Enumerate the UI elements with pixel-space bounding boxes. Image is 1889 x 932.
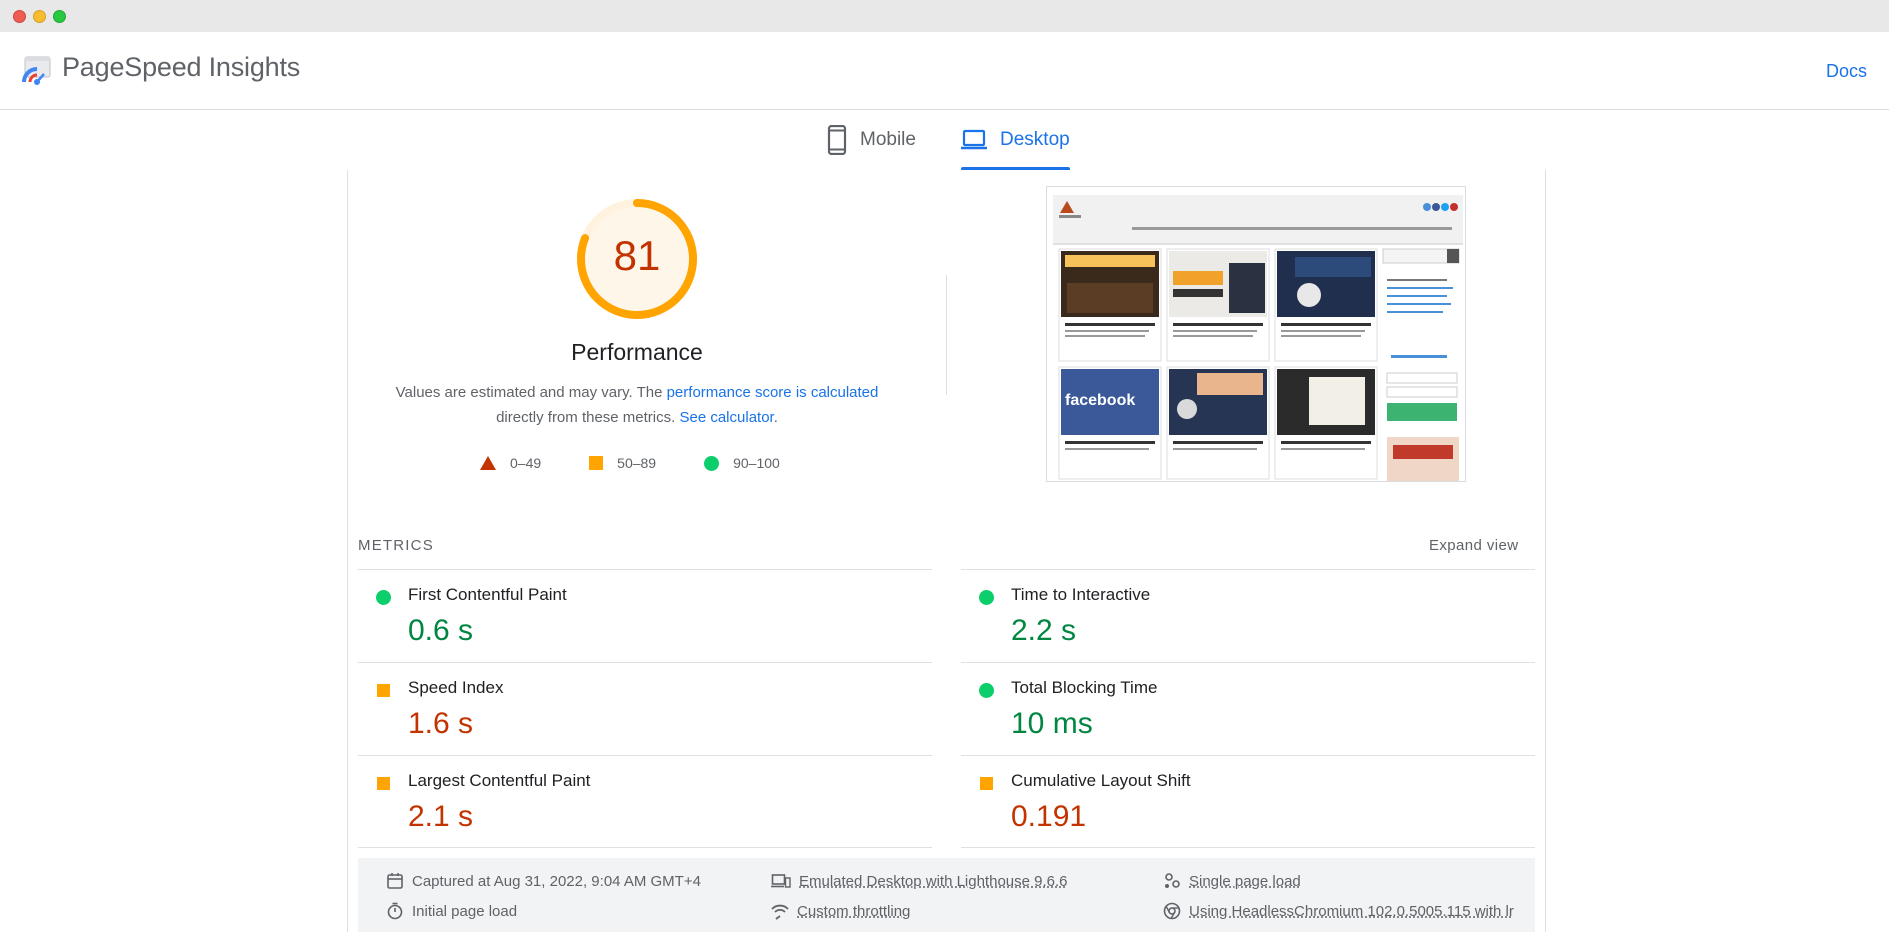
info-browser[interactable]: Using HeadlessChromium 102.0.5005.115 wi… xyxy=(1163,902,1514,920)
performance-label: Performance xyxy=(571,339,703,365)
triangle-icon xyxy=(480,456,496,470)
app-header: PageSpeed Insights Docs xyxy=(0,32,1889,110)
note-prefix: Values are estimated and may vary. The xyxy=(395,384,667,401)
info-throttling-text: Custom throttling xyxy=(797,902,911,920)
metric-name: First Contentful Paint xyxy=(408,585,567,604)
metrics-heading: METRICS xyxy=(358,537,434,554)
note-suffix: . xyxy=(773,409,778,426)
expand-view-button[interactable]: Expand view xyxy=(1429,537,1518,554)
metric-value: 1.6 s xyxy=(408,707,474,740)
metric-cumulative-layout-shift[interactable]: Cumulative Layout Shift 0.191 xyxy=(961,755,1535,848)
average-square-icon xyxy=(377,777,390,790)
pagespeed-logo-icon[interactable] xyxy=(20,54,54,88)
info-emulated-text: Emulated Desktop with Lighthouse 9.6.6 xyxy=(799,872,1068,890)
info-initial-load: Initial page load xyxy=(386,902,517,920)
metric-speed-index[interactable]: Speed Index 1.6 s xyxy=(358,662,932,755)
people-icon xyxy=(1165,873,1180,888)
good-circle-icon xyxy=(376,590,391,605)
tab-desktop-label: Desktop xyxy=(1000,129,1070,150)
average-square-icon xyxy=(377,684,390,697)
section-divider xyxy=(946,275,947,395)
chrome-icon xyxy=(1163,902,1181,920)
info-single-load[interactable]: Single page load xyxy=(1163,872,1301,890)
square-icon xyxy=(589,456,604,470)
info-emulated[interactable]: Emulated Desktop with Lighthouse 9.6.6 xyxy=(771,872,1068,890)
info-throttling[interactable]: Custom throttling xyxy=(771,902,910,920)
svg-text:facebook: facebook xyxy=(1065,392,1135,409)
metric-name: Largest Contentful Paint xyxy=(408,771,591,790)
page-thumbnail-image: facebook xyxy=(1047,187,1465,481)
tab-mobile-label: Mobile xyxy=(860,129,916,150)
score-legend: 0–49 50–89 90–100 xyxy=(480,453,828,473)
info-initial-load-text: Initial page load xyxy=(412,902,518,920)
info-captured: Captured at Aug 31, 2022, 9:04 AM GMT+4 xyxy=(386,872,701,890)
metric-value: 0.191 xyxy=(1011,800,1087,833)
laptop-icon xyxy=(961,129,987,150)
metric-time-to-interactive[interactable]: Time to Interactive 2.2 s xyxy=(961,569,1535,662)
smartphone-icon xyxy=(827,125,847,155)
metric-value: 10 ms xyxy=(1011,707,1093,740)
device-tabs: Mobile Desktop xyxy=(0,110,1889,170)
calendar-icon xyxy=(387,873,403,889)
docs-link[interactable]: Docs xyxy=(1826,61,1867,82)
timer-icon xyxy=(387,902,403,920)
circle-icon xyxy=(704,455,720,471)
metric-first-contentful-paint[interactable]: First Contentful Paint 0.6 s xyxy=(358,569,932,662)
app-title: PageSpeed Insights xyxy=(62,52,301,82)
window-titlebar xyxy=(0,0,1889,32)
runtime-info-bar: Captured at Aug 31, 2022, 9:04 AM GMT+4 … xyxy=(358,858,1535,932)
legend-item-poor: 0–49 xyxy=(480,455,541,471)
metric-value: 0.6 s xyxy=(408,614,474,647)
average-square-icon xyxy=(980,777,993,790)
metric-total-blocking-time[interactable]: Total Blocking Time 10 ms xyxy=(961,662,1535,755)
metric-name: Speed Index xyxy=(408,678,504,697)
metric-value: 2.1 s xyxy=(408,800,474,833)
legend-item-good: 90–100 xyxy=(704,455,780,471)
metrics-column-right: Time to Interactive 2.2 s Total Blocking… xyxy=(961,569,1535,848)
good-circle-icon xyxy=(979,590,994,605)
metric-name: Total Blocking Time xyxy=(1011,678,1158,697)
legend-range-poor: 0–49 xyxy=(510,455,542,471)
final-screenshot-thumbnail[interactable]: facebook xyxy=(1046,186,1466,482)
devices-icon xyxy=(771,874,791,888)
metrics-column-left: First Contentful Paint 0.6 s Speed Index… xyxy=(358,569,932,848)
close-window-button[interactable] xyxy=(13,10,26,23)
score-calculated-link[interactable]: performance score is calculated xyxy=(667,384,879,401)
minimize-window-button[interactable] xyxy=(33,10,46,23)
signal-icon xyxy=(771,904,789,920)
maximize-window-button[interactable] xyxy=(53,10,66,23)
metric-largest-contentful-paint[interactable]: Largest Contentful Paint 2.1 s xyxy=(358,755,932,848)
note-middle: directly from these metrics. xyxy=(496,409,680,426)
metric-value: 2.2 s xyxy=(1011,614,1077,647)
performance-note: Values are estimated and may vary. The p… xyxy=(380,380,894,430)
tab-desktop[interactable]: Desktop xyxy=(960,110,1070,170)
legend-range-average: 50–89 xyxy=(617,455,657,471)
metric-name: Time to Interactive xyxy=(1011,585,1151,604)
legend-item-average: 50–89 xyxy=(589,455,656,471)
info-captured-text: Captured at Aug 31, 2022, 9:04 AM GMT+4 xyxy=(412,872,701,890)
info-single-load-text: Single page load xyxy=(1189,872,1301,890)
info-browser-text: Using HeadlessChromium 102.0.5005.115 wi… xyxy=(1189,902,1514,920)
metric-name: Cumulative Layout Shift xyxy=(1011,771,1191,790)
legend-range-good: 90–100 xyxy=(733,455,780,471)
see-calculator-link[interactable]: See calculator xyxy=(679,409,773,426)
tab-mobile[interactable]: Mobile xyxy=(826,110,916,170)
good-circle-icon xyxy=(979,683,994,698)
performance-score: 81 xyxy=(613,232,661,279)
